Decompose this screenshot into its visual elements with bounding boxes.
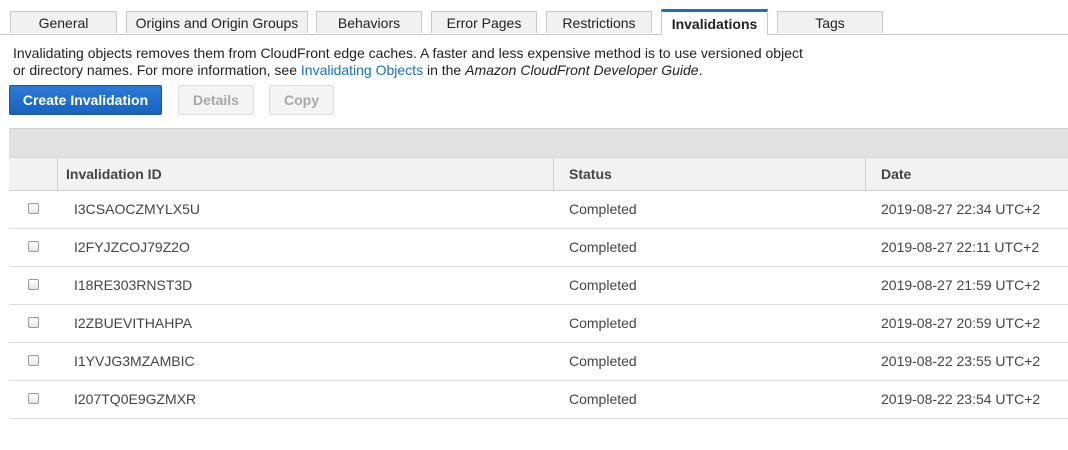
create-invalidation-button[interactable]: Create Invalidation <box>9 85 162 115</box>
tab-divider <box>0 34 1068 35</box>
description-line1: Invalidating objects removes them from C… <box>13 45 803 61</box>
invalidations-description: Invalidating objects removes them from C… <box>13 45 833 79</box>
tab-behaviors[interactable]: Behaviors <box>316 11 422 33</box>
table-row[interactable]: I2FYJZCOJ79Z2O Completed 2019-08-27 22:1… <box>9 229 1068 267</box>
row-checkbox[interactable] <box>28 203 39 214</box>
tab-invalidations[interactable]: Invalidations <box>661 9 768 35</box>
invalidation-id: I1YVJG3MZAMBIC <box>74 353 195 369</box>
invalidation-date: 2019-08-27 22:11 UTC+2 <box>881 239 1040 255</box>
description-line2-prefix: or directory names. For more information… <box>13 62 301 78</box>
invalidation-id: I2ZBUEVITHAHPA <box>74 315 192 331</box>
column-header-date[interactable]: Date <box>865 158 1068 190</box>
tab-error-pages[interactable]: Error Pages <box>431 11 537 33</box>
tab-tags[interactable]: Tags <box>777 11 883 33</box>
row-checkbox[interactable] <box>28 355 39 366</box>
invalidation-status: Completed <box>569 391 637 407</box>
table-row[interactable]: I18RE303RNST3D Completed 2019-08-27 21:5… <box>9 267 1068 305</box>
invalidation-id: I207TQ0E9GZMXR <box>74 391 197 407</box>
invalidation-date: 2019-08-27 22:34 UTC+2 <box>881 201 1041 217</box>
tab-general[interactable]: General <box>10 11 117 33</box>
description-suffix: . <box>698 62 703 78</box>
invalidating-objects-link[interactable]: Invalidating Objects <box>301 62 423 78</box>
invalidation-id: I2FYJZCOJ79Z2O <box>74 239 190 255</box>
invalidation-status: Completed <box>569 353 637 369</box>
column-header-invalidation-id[interactable]: Invalidation ID <box>57 158 553 190</box>
invalidation-status: Completed <box>569 239 637 255</box>
tab-origins[interactable]: Origins and Origin Groups <box>126 11 308 33</box>
table-toolbar <box>9 128 1068 157</box>
invalidation-id: I18RE303RNST3D <box>74 277 193 293</box>
row-checkbox[interactable] <box>28 241 39 252</box>
invalidation-date: 2019-08-27 21:59 UTC+2 <box>881 277 1041 293</box>
tab-bar: General Origins and Origin Groups Behavi… <box>0 0 1068 35</box>
invalidation-date: 2019-08-22 23:54 UTC+2 <box>881 391 1041 407</box>
invalidation-status: Completed <box>569 315 637 331</box>
description-middle: in the <box>423 62 466 78</box>
table-row[interactable]: I3CSAOCZMYLX5U Completed 2019-08-27 22:3… <box>9 191 1068 229</box>
details-button[interactable]: Details <box>178 85 254 115</box>
row-checkbox[interactable] <box>28 279 39 290</box>
table-header: Invalidation ID Status Date <box>9 157 1068 191</box>
copy-button[interactable]: Copy <box>269 85 334 115</box>
invalidation-date: 2019-08-22 23:55 UTC+2 <box>881 353 1041 369</box>
invalidation-status: Completed <box>569 277 637 293</box>
row-checkbox[interactable] <box>28 317 39 328</box>
table-row[interactable]: I1YVJG3MZAMBIC Completed 2019-08-22 23:5… <box>9 343 1068 381</box>
column-header-status[interactable]: Status <box>553 158 865 190</box>
invalidation-date: 2019-08-27 20:59 UTC+2 <box>881 315 1041 331</box>
table-row[interactable]: I207TQ0E9GZMXR Completed 2019-08-22 23:5… <box>9 381 1068 419</box>
row-checkbox[interactable] <box>28 393 39 404</box>
invalidation-status: Completed <box>569 201 637 217</box>
invalidation-id: I3CSAOCZMYLX5U <box>74 201 201 217</box>
developer-guide-title: Amazon CloudFront Developer Guide <box>465 62 699 78</box>
invalidations-table-body: I3CSAOCZMYLX5U Completed 2019-08-27 22:3… <box>9 191 1068 419</box>
tab-restrictions[interactable]: Restrictions <box>546 11 652 33</box>
table-row[interactable]: I2ZBUEVITHAHPA Completed 2019-08-27 20:5… <box>9 305 1068 343</box>
